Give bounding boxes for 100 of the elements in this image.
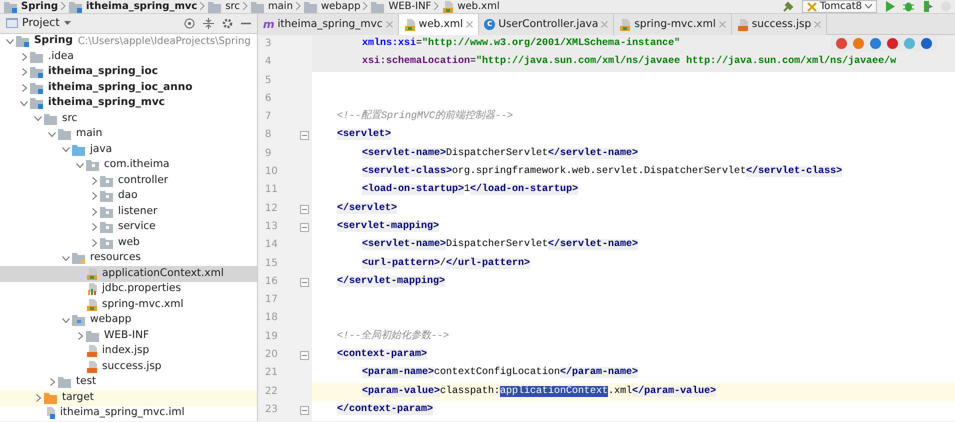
tree-item[interactable]: src	[0, 111, 257, 126]
folder-icon	[100, 206, 114, 218]
folder-icon	[72, 252, 86, 264]
folder-icon	[72, 314, 86, 326]
code-line: <param-name>contextConfigLocation</param-name>	[361, 366, 640, 380]
editor-tab[interactable]: m itheima_spring_mvc	[258, 14, 399, 35]
close-icon	[601, 21, 608, 28]
breadcrumb-item[interactable]: src	[225, 0, 240, 14]
browser-icon[interactable]	[853, 38, 864, 49]
code-line: <servlet-class>org.springframework.web.servlet.DispatcherServlet</servlet-class>	[361, 164, 844, 180]
line-number: 10	[264, 165, 279, 180]
editor-tab[interactable]: c UserController.java	[479, 14, 614, 35]
line-number: 5	[264, 74, 272, 88]
browser-icon[interactable]	[904, 38, 915, 49]
code-line: <servlet-name>DispatcherServlet</servlet-name>	[361, 238, 640, 252]
code-line: <load-on-startup>1</load-on-startup>	[361, 182, 580, 198]
code-line: <!--全局初始化参数-->	[336, 328, 450, 344]
folder-icon	[58, 128, 72, 140]
tree-item[interactable]: index.jsp	[0, 344, 257, 359]
browser-icon[interactable]	[887, 38, 898, 49]
fold-icon	[300, 131, 309, 140]
tree-item[interactable]: itheima_spring_ioc_anno	[0, 80, 257, 96]
line-number: 6	[264, 92, 272, 106]
file-icon	[86, 360, 98, 373]
breadcrumb-item[interactable]: WEB-INF	[388, 0, 432, 14]
tree-item[interactable]: WEB-INF	[0, 328, 257, 344]
line-number: 18	[264, 311, 279, 326]
tree-item[interactable]: main	[0, 126, 257, 142]
fold-icon	[300, 204, 309, 214]
fold-icon	[300, 406, 309, 415]
line-number: 12	[258, 200, 312, 218]
folder-icon	[44, 112, 58, 125]
tree-item[interactable]: Spring C:\Users\apple\IdeaProjects\Spring	[0, 34, 257, 49]
folder-icon	[100, 221, 114, 234]
browser-icon[interactable]	[921, 38, 932, 49]
line-number: 13	[258, 218, 312, 236]
chevron-icon	[61, 2, 66, 10]
tree-item[interactable]: applicationContext.xml	[0, 266, 257, 282]
editor-tab[interactable]: spring-mvc.xml	[614, 14, 732, 35]
folder-icon	[100, 236, 114, 249]
chevron-icon	[242, 2, 248, 10]
tree-item[interactable]: itheima_spring_mvc.iml	[0, 406, 257, 421]
editor-tab[interactable]: web.xml	[398, 14, 480, 35]
tree-item[interactable]: service	[0, 220, 257, 235]
folder-icon	[100, 174, 114, 187]
tree-item[interactable]: java	[0, 142, 257, 158]
project-path: C:\Users\apple\IdeaProjects\Spring	[78, 34, 251, 49]
line-number: 11	[264, 183, 279, 198]
tree-item[interactable]: web	[0, 235, 257, 250]
line-number: 17	[264, 293, 279, 308]
breadcrumb-item[interactable]: itheima_spring_mvc	[86, 0, 198, 14]
fold-icon	[300, 351, 309, 360]
panel-title[interactable]: Project	[22, 15, 60, 32]
close-icon	[814, 21, 822, 28]
file-icon	[86, 298, 98, 311]
tree-item[interactable]: dao	[0, 188, 257, 204]
breadcrumb-item[interactable]: Spring	[21, 0, 58, 14]
tree-item[interactable]: listener	[0, 204, 257, 220]
tree-item[interactable]: .idea	[0, 49, 257, 64]
browser-icon[interactable]	[836, 38, 847, 49]
tree-item[interactable]: target	[0, 390, 257, 406]
breadcrumb-item[interactable]: web.xml	[457, 0, 500, 14]
tree-item[interactable]: controller	[0, 173, 257, 188]
bug-icon	[903, 1, 914, 12]
code-line: <!--配置SpringMVC的前端控制器-->	[336, 108, 514, 124]
run-config-dropdown[interactable]: Tomcat8	[802, 0, 877, 13]
tree-item[interactable]: com.itheima	[0, 158, 257, 173]
line-number: 3	[264, 37, 272, 51]
fold-icon	[300, 222, 309, 232]
line-number: 19	[264, 330, 279, 344]
code-line: <servlet-name>DispatcherServlet</servlet-name>	[361, 146, 640, 161]
tree-item[interactable]: spring-mvc.xml	[0, 297, 257, 312]
tree-item[interactable]: success.jsp	[0, 359, 257, 374]
file-icon	[86, 283, 98, 296]
breadcrumb-item[interactable]: main	[268, 0, 293, 14]
folder-icon	[16, 35, 30, 48]
folder-icon	[30, 66, 44, 78]
tree-item[interactable]: test	[0, 374, 257, 390]
target-icon	[184, 18, 195, 29]
folder-icon	[250, 0, 265, 12]
breadcrumb-item[interactable]: webapp	[320, 0, 360, 14]
folder-icon	[69, 0, 83, 12]
tree-item[interactable]: itheima_spring_ioc	[0, 64, 257, 80]
tree-item[interactable]: itheima_spring_mvc	[0, 96, 257, 111]
line-number: 22	[264, 384, 279, 399]
file-icon	[736, 18, 749, 30]
editor-tab[interactable]: success.jsp	[732, 14, 828, 35]
folder-icon	[100, 190, 114, 202]
line-number: 4	[264, 55, 272, 70]
folder-icon	[30, 82, 44, 94]
tree-item[interactable]: resources	[0, 250, 257, 266]
tree-item[interactable]: webapp	[0, 312, 257, 328]
file-icon	[86, 268, 98, 280]
folder-icon	[4, 0, 18, 12]
close-icon	[466, 21, 474, 28]
hammer-icon	[782, 0, 794, 12]
line-number: 23	[258, 400, 312, 420]
tree-item[interactable]: jdbc.properties	[0, 282, 257, 297]
browser-icon[interactable]	[870, 38, 881, 49]
run-icon	[885, 1, 895, 12]
